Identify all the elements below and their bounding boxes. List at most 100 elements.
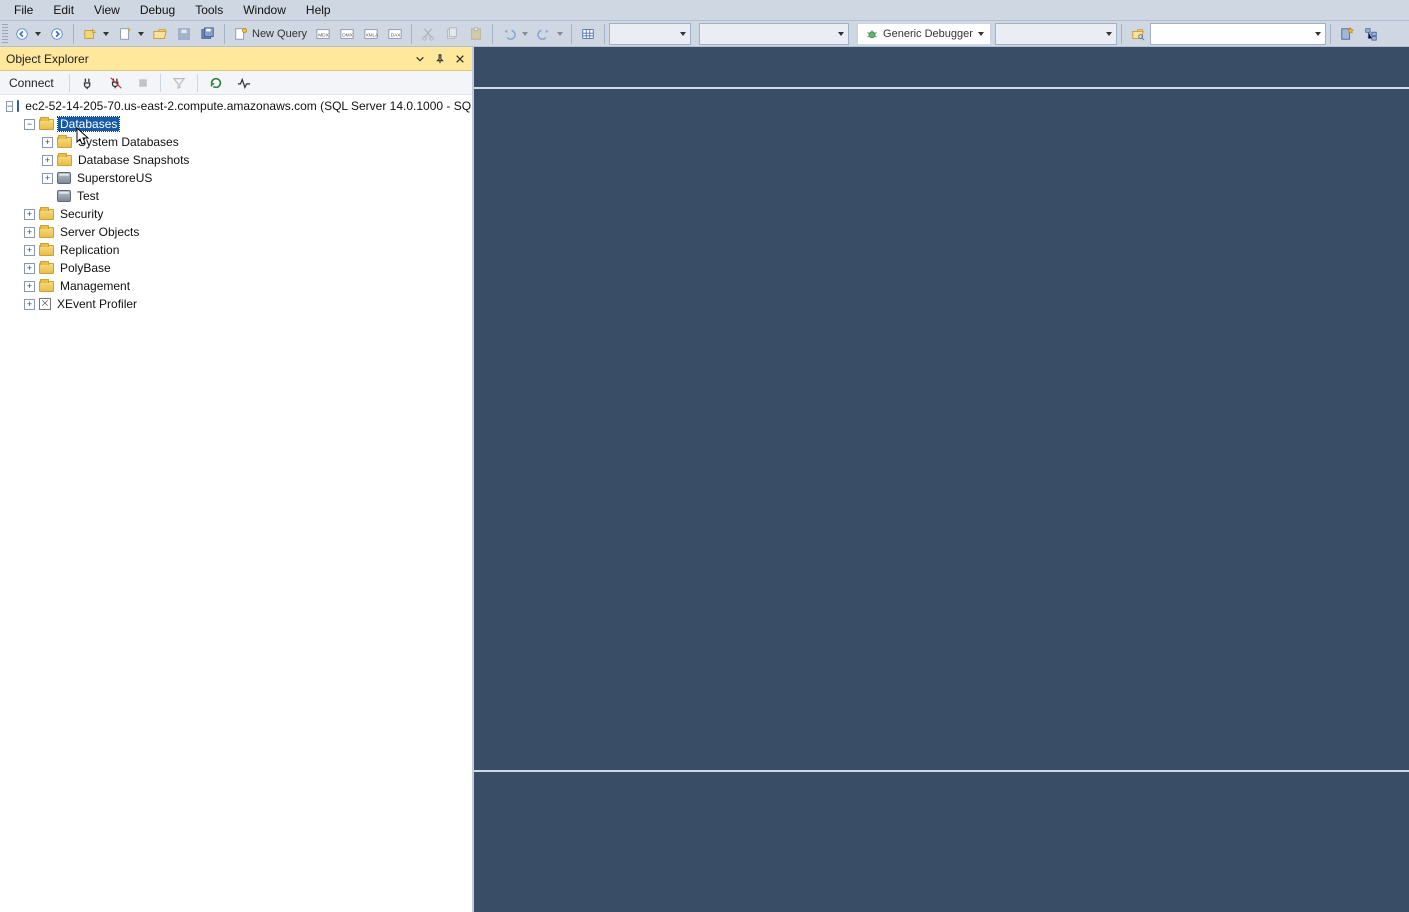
menu-edit[interactable]: Edit (43, 1, 84, 19)
svg-text:XMLA: XMLA (366, 32, 378, 37)
document-surface (474, 89, 1409, 770)
tree-node-management[interactable]: + Management (0, 277, 472, 295)
paste-icon (468, 26, 484, 42)
database-icon (57, 172, 71, 184)
expand-toggle[interactable]: + (24, 263, 35, 274)
connect-label: Connect (9, 76, 54, 90)
connect-oe-button[interactable] (76, 73, 100, 93)
tree-node-databases[interactable]: − Databases (0, 115, 472, 133)
plug-icon (81, 76, 95, 90)
debug-process-combo[interactable] (995, 23, 1117, 45)
expand-toggle[interactable]: + (42, 173, 53, 184)
collapse-toggle[interactable]: − (6, 101, 13, 112)
tree-node-xevent-profiler[interactable]: + ⨉ XEvent Profiler (0, 295, 472, 313)
new-project-button[interactable] (78, 23, 113, 45)
new-item-button[interactable] (113, 23, 148, 45)
bug-icon (864, 26, 880, 42)
quick-find-input[interactable] (1155, 27, 1309, 41)
mdx-query-button[interactable]: MDX (311, 23, 335, 45)
refresh-button[interactable] (204, 73, 228, 93)
stop-icon (137, 77, 149, 89)
panel-title: Object Explorer (6, 52, 89, 66)
window-position-button[interactable] (412, 51, 428, 67)
connect-button[interactable]: Connect (4, 73, 63, 93)
menu-help[interactable]: Help (296, 1, 341, 19)
copy-button[interactable] (440, 23, 464, 45)
find-in-files-button[interactable] (1126, 23, 1150, 45)
expand-toggle[interactable]: + (42, 137, 53, 148)
dmx-icon: DMX (339, 26, 355, 42)
cut-icon (420, 26, 436, 42)
stop-button[interactable] (132, 73, 154, 93)
menu-debug[interactable]: Debug (130, 1, 185, 19)
new-query-icon (233, 26, 249, 42)
dax-icon: DAX (387, 26, 403, 42)
svg-text:DMX: DMX (342, 32, 353, 38)
pin-icon (435, 54, 445, 64)
toolbar-separator (224, 24, 225, 44)
filter-icon (172, 76, 186, 90)
tree-node-test[interactable]: Test (0, 187, 472, 205)
tree-label: System Databases (76, 135, 181, 149)
tree-node-superstoreus[interactable]: + SuperstoreUS (0, 169, 472, 187)
menu-file[interactable]: File (4, 1, 43, 19)
registered-servers-button[interactable] (1335, 23, 1359, 45)
collapse-toggle[interactable]: − (24, 119, 35, 130)
tree-node-system-databases[interactable]: + System Databases (0, 133, 472, 151)
menu-tools[interactable]: Tools (185, 1, 233, 19)
cut-button[interactable] (416, 23, 440, 45)
tree-node-security[interactable]: + Security (0, 205, 472, 223)
save-button[interactable] (172, 23, 196, 45)
toolbar: New Query MDX DMX XMLA DAX (0, 20, 1409, 46)
xmla-query-button[interactable]: XMLA (359, 23, 383, 45)
chevron-down-icon (978, 32, 984, 36)
close-panel-button[interactable] (452, 51, 468, 67)
dmx-query-button[interactable]: DMX (335, 23, 359, 45)
folder-icon (39, 119, 54, 130)
debug-target-button[interactable]: Generic Debugger (857, 23, 991, 45)
auto-hide-button[interactable] (432, 51, 448, 67)
tab-well-top[interactable] (474, 47, 1409, 87)
expand-toggle[interactable]: + (24, 245, 35, 256)
expand-toggle[interactable]: + (24, 281, 35, 292)
menu-view[interactable]: View (84, 1, 130, 19)
expand-toggle[interactable]: + (24, 227, 35, 238)
new-query-button[interactable]: New Query (229, 23, 311, 45)
tree-label: ec2-52-14-205-70.us-east-2.compute.amazo… (23, 99, 472, 113)
tree-label: Server Objects (58, 225, 141, 239)
undo-icon (501, 26, 517, 42)
redo-button[interactable] (532, 23, 567, 45)
menu-window[interactable]: Window (233, 1, 296, 19)
object-explorer-titlebar[interactable]: Object Explorer (0, 47, 472, 71)
paste-button[interactable] (464, 23, 488, 45)
save-all-button[interactable] (196, 23, 220, 45)
object-explorer-tree[interactable]: − ec2-52-14-205-70.us-east-2.compute.ama… (0, 95, 472, 912)
activity-button[interactable] (232, 73, 256, 93)
activity-monitor-button[interactable] (576, 23, 600, 45)
expand-toggle[interactable]: + (24, 209, 35, 220)
open-file-button[interactable] (148, 23, 172, 45)
object-explorer-button[interactable] (1359, 23, 1383, 45)
filter-button[interactable] (167, 73, 191, 93)
nav-back-button[interactable] (10, 23, 45, 45)
solution-platforms-combo[interactable] (699, 23, 849, 45)
tree-label: Management (58, 279, 132, 293)
search-folder-icon (1130, 26, 1146, 42)
solution-configurations-combo[interactable] (609, 23, 691, 45)
tree-node-replication[interactable]: + Replication (0, 241, 472, 259)
tree-node-server-objects[interactable]: + Server Objects (0, 223, 472, 241)
expand-toggle[interactable]: + (24, 299, 35, 310)
tree-node-database-snapshots[interactable]: + Database Snapshots (0, 151, 472, 169)
expand-toggle[interactable]: + (42, 155, 53, 166)
quick-find-combo[interactable] (1150, 23, 1326, 45)
toolbar-separator (69, 74, 70, 92)
disconnect-button[interactable] (104, 73, 128, 93)
tree-node-polybase[interactable]: + PolyBase (0, 259, 472, 277)
dax-query-button[interactable]: DAX (383, 23, 407, 45)
tree-node-server[interactable]: − ec2-52-14-205-70.us-east-2.compute.ama… (0, 97, 472, 115)
chevron-down-icon (1106, 32, 1112, 36)
object-explorer-toolbar: Connect (0, 71, 472, 95)
nav-forward-button[interactable] (45, 23, 69, 45)
undo-button[interactable] (497, 23, 532, 45)
tree-label: Replication (58, 243, 121, 257)
